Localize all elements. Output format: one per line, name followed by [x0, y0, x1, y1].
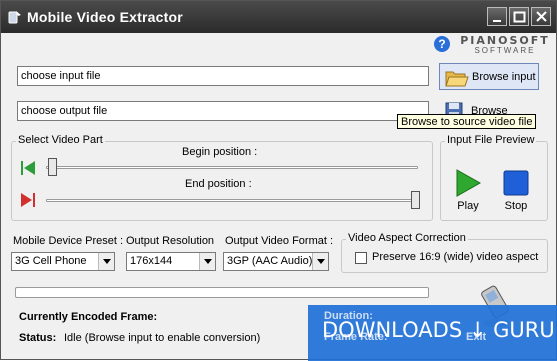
window-title: Mobile Video Extractor	[27, 9, 183, 25]
preview-legend: Input File Preview	[445, 134, 537, 146]
begin-position-label: Begin position :	[182, 146, 258, 158]
encoded-frame-label: Currently Encoded Frame:	[19, 311, 158, 323]
minimize-button[interactable]	[487, 7, 507, 26]
close-button[interactable]	[531, 7, 551, 26]
output-file-field[interactable]: choose output file	[17, 101, 429, 121]
play-icon	[456, 169, 482, 197]
begin-slider-track[interactable]	[46, 166, 418, 169]
device-preset-value: 3G Cell Phone	[15, 255, 87, 267]
output-format-select[interactable]: 3GP (AAC Audio)	[223, 252, 329, 271]
stop-button[interactable]: Stop	[501, 168, 531, 212]
aspect-legend: Video Aspect Correction	[346, 232, 468, 244]
watermark-text: DOWNLOADS ↓ GURU	[322, 318, 555, 342]
output-resolution-select[interactable]: 176x144	[126, 252, 216, 271]
conversion-progress-bar	[15, 287, 429, 298]
output-resolution-label: Output Resolution	[126, 235, 215, 247]
brand-logo: PIANOSOFT SOFTWARE	[459, 34, 551, 55]
set-end-marker-icon[interactable]	[18, 190, 38, 210]
status-value: Idle (Browse input to enable conversion)	[64, 332, 261, 344]
video-part-group: Select Video Part Begin position : End p…	[11, 134, 433, 221]
app-logo-icon	[7, 9, 23, 25]
end-position-label: End position :	[185, 178, 252, 190]
begin-slider-thumb[interactable]	[48, 158, 57, 176]
play-button[interactable]: Play	[453, 168, 483, 212]
help-icon[interactable]: ?	[434, 36, 450, 52]
tooltip: Browse to source video file	[397, 114, 537, 129]
play-label: Play	[457, 200, 479, 212]
end-slider-track[interactable]	[46, 199, 418, 202]
stop-icon	[503, 170, 529, 196]
end-slider-thumb[interactable]	[411, 191, 420, 209]
output-format-value: 3GP (AAC Audio)	[227, 255, 313, 267]
output-resolution-value: 176x144	[130, 255, 173, 267]
brand-sub: SOFTWARE	[474, 46, 536, 55]
input-file-field[interactable]: choose input file	[17, 66, 429, 86]
device-preset-select[interactable]: 3G Cell Phone	[11, 252, 115, 271]
aspect-correction-group: Video Aspect Correction Preserve 16:9 (w…	[341, 232, 548, 273]
watermark-banner: Duration: Frame Rate: Exit DOWNLOADS ↓ G…	[308, 305, 557, 361]
minimize-icon	[493, 20, 501, 22]
maximize-icon	[513, 11, 526, 23]
chevron-down-icon[interactable]	[312, 253, 328, 270]
title-bar[interactable]: Mobile Video Extractor	[1, 1, 556, 33]
chevron-down-icon[interactable]	[199, 253, 215, 270]
stop-label: Stop	[504, 200, 528, 212]
preserve-aspect-label[interactable]: Preserve 16:9 (wide) video aspect	[372, 251, 538, 263]
output-format-label: Output Video Format :	[225, 235, 334, 247]
chevron-down-icon[interactable]	[98, 253, 114, 270]
device-preset-label: Mobile Device Preset :	[13, 235, 124, 247]
input-file-preview-group: Input File Preview Play Stop	[440, 134, 548, 221]
preserve-aspect-checkbox[interactable]	[355, 252, 367, 264]
app-window: Mobile Video Extractor ? PIANOSOFT SOFTW…	[0, 0, 557, 361]
close-icon	[536, 11, 547, 22]
maximize-button[interactable]	[509, 7, 529, 26]
status-label: Status:	[19, 332, 57, 344]
browse-input-button[interactable]: Browse input	[439, 63, 539, 90]
video-part-legend: Select Video Part	[16, 134, 105, 146]
browse-input-label: Browse input	[472, 71, 536, 83]
set-begin-marker-icon[interactable]	[18, 158, 38, 178]
folder-open-icon	[445, 71, 469, 87]
